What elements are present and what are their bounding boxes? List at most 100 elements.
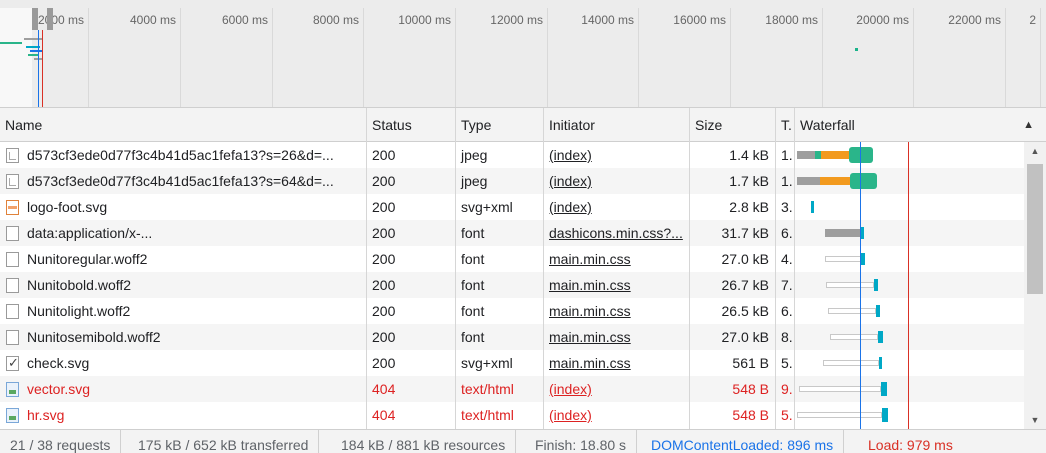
cell-initiator[interactable]: main.min.css — [544, 298, 689, 324]
cell-initiator[interactable]: main.min.css — [544, 324, 689, 350]
column-divider — [775, 142, 776, 429]
table-row[interactable]: Nunitosemibold.woff2 200 font main.min.css 2… — [0, 324, 1024, 350]
overview-gridline — [455, 8, 456, 107]
cell-name[interactable]: check.svg — [0, 350, 366, 376]
cell-name[interactable]: hr.svg — [0, 402, 366, 428]
cell-time: 9. — [776, 376, 794, 402]
cell-initiator[interactable]: (index) — [544, 194, 689, 220]
cell-initiator[interactable]: (index) — [544, 402, 689, 428]
cell-time: 7. — [776, 272, 794, 298]
cell-name[interactable]: Nunitosemibold.woff2 — [0, 324, 366, 350]
cell-initiator[interactable]: dashicons.min.css?... — [544, 220, 689, 246]
initiator-link[interactable]: main.min.css — [549, 303, 631, 319]
column-header-name[interactable]: Name — [0, 108, 367, 142]
column-header-status[interactable]: Status — [367, 108, 456, 142]
cell-initiator[interactable]: main.min.css — [544, 350, 689, 376]
table-row[interactable]: logo-foot.svg 200 svg+xml (index) 2.8 kB 3. — [0, 194, 1024, 220]
cell-name[interactable]: data:application/x-... — [0, 220, 366, 246]
initiator-link[interactable]: dashicons.min.css?... — [549, 225, 683, 241]
overview-timeline[interactable]: 2000 ms 4000 ms 6000 ms 8000 ms 10000 ms 1200… — [0, 0, 1046, 108]
column-header-waterfall[interactable]: Waterfall — [795, 108, 1046, 142]
cell-name[interactable]: d573cf3ede0d77f3c4b41d5ac1fefa13?s=64&d=… — [0, 168, 366, 194]
cell-time: 6. — [776, 220, 794, 246]
overview-tick-label: 12000 ms — [490, 13, 543, 27]
request-size: 548 B — [732, 407, 769, 423]
cell-size: 2.8 kB — [690, 194, 775, 220]
table-row[interactable]: vector.svg 404 text/html (index) 548 B 9. — [0, 376, 1024, 402]
sort-ascending-icon[interactable]: ▲ — [1023, 108, 1034, 142]
cell-initiator[interactable]: main.min.css — [544, 246, 689, 272]
request-type: jpeg — [461, 147, 488, 163]
cell-status: 200 — [367, 298, 455, 324]
cell-time: 4. — [776, 246, 794, 272]
initiator-link[interactable]: (index) — [549, 199, 592, 215]
table-scrollbar[interactable]: ▲ ▼ — [1024, 142, 1046, 429]
scroll-up-arrow-icon[interactable]: ▲ — [1024, 144, 1046, 158]
request-type: font — [461, 277, 485, 293]
overview-tick-label: 16000 ms — [673, 13, 726, 27]
cell-name[interactable]: Nunitolight.woff2 — [0, 298, 366, 324]
initiator-link[interactable]: main.min.css — [549, 277, 631, 293]
overview-left-handle[interactable] — [32, 8, 38, 30]
table-row[interactable]: Nunitoregular.woff2 200 font main.min.css 27… — [0, 246, 1024, 272]
initiator-link[interactable]: (index) — [549, 407, 592, 423]
column-header-type[interactable]: Type — [456, 108, 544, 142]
request-size: 27.0 kB — [721, 329, 769, 345]
request-name: logo-foot.svg — [27, 199, 108, 215]
cell-time: 6. — [776, 298, 794, 324]
table-row[interactable]: data:application/x-... 200 font dashicons.m… — [0, 220, 1024, 246]
cell-size: 31.7 kB — [690, 220, 775, 246]
cell-type: svg+xml — [456, 194, 543, 220]
waterfall-dom-content-loaded-line — [860, 142, 861, 429]
overview-gridline — [730, 8, 731, 107]
cell-initiator[interactable]: main.min.css — [544, 272, 689, 298]
cell-initiator[interactable]: (index) — [544, 142, 689, 168]
cell-name[interactable]: d573cf3ede0d77f3c4b41d5ac1fefa13?s=26&d=… — [0, 142, 366, 168]
scrollbar-thumb[interactable] — [1027, 164, 1043, 294]
column-header-time[interactable]: T. — [776, 108, 795, 142]
cell-name[interactable]: vector.svg — [0, 376, 366, 402]
cell-name[interactable]: Nunitoregular.woff2 — [0, 246, 366, 272]
waterfall-bar — [797, 177, 812, 185]
cell-size: 27.0 kB — [690, 324, 775, 350]
cell-name[interactable]: Nunitobold.woff2 — [0, 272, 366, 298]
cell-time: 8. — [776, 324, 794, 350]
cell-initiator[interactable]: (index) — [544, 376, 689, 402]
cell-time: 1. — [776, 142, 794, 168]
column-header-size[interactable]: Size — [690, 108, 776, 142]
waterfall-bar — [881, 382, 887, 396]
svg-file-icon — [6, 200, 19, 215]
request-name: Nunitobold.woff2 — [27, 277, 132, 293]
status-dom-content-loaded: DOMContentLoaded: 896 ms — [641, 430, 845, 453]
scroll-down-arrow-icon[interactable]: ▼ — [1024, 413, 1046, 427]
request-size: 548 B — [732, 381, 769, 397]
initiator-link[interactable]: (index) — [549, 147, 592, 163]
file-icon — [6, 304, 19, 319]
table-row[interactable]: hr.svg 404 text/html (index) 548 B 5. — [0, 402, 1024, 428]
request-type: svg+xml — [461, 355, 513, 371]
cell-status: 200 — [367, 350, 455, 376]
overview-right-handle[interactable] — [47, 8, 53, 30]
initiator-link[interactable]: (index) — [549, 173, 592, 189]
table-row[interactable]: Nunitobold.woff2 200 font main.min.css 26.7 … — [0, 272, 1024, 298]
cell-time: 3. — [776, 194, 794, 220]
cell-size: 26.7 kB — [690, 272, 775, 298]
table-row[interactable]: d573cf3ede0d77f3c4b41d5ac1fefa13?s=26&d=… — [0, 142, 1024, 168]
table-row[interactable]: d573cf3ede0d77f3c4b41d5ac1fefa13?s=64&d=… — [0, 168, 1024, 194]
initiator-link[interactable]: main.min.css — [549, 251, 631, 267]
status-resources: 184 kB / 881 kB resources — [331, 430, 517, 453]
initiator-link[interactable]: main.min.css — [549, 355, 631, 371]
initiator-link[interactable]: (index) — [549, 381, 592, 397]
column-header-initiator[interactable]: Initiator — [544, 108, 690, 142]
request-size: 1.4 kB — [729, 147, 769, 163]
overview-tick-label: 4000 ms — [129, 13, 176, 27]
request-size: 26.5 kB — [721, 303, 769, 319]
cell-initiator[interactable]: (index) — [544, 168, 689, 194]
overview-gridline — [547, 8, 548, 107]
initiator-link[interactable]: main.min.css — [549, 329, 631, 345]
table-row[interactable]: Nunitolight.woff2 200 font main.min.css 26.5… — [0, 298, 1024, 324]
request-status: 200 — [372, 277, 396, 293]
table-row[interactable]: check.svg 200 svg+xml main.min.css 561 B 5. — [0, 350, 1024, 376]
cell-name[interactable]: logo-foot.svg — [0, 194, 366, 220]
column-divider — [794, 142, 795, 429]
